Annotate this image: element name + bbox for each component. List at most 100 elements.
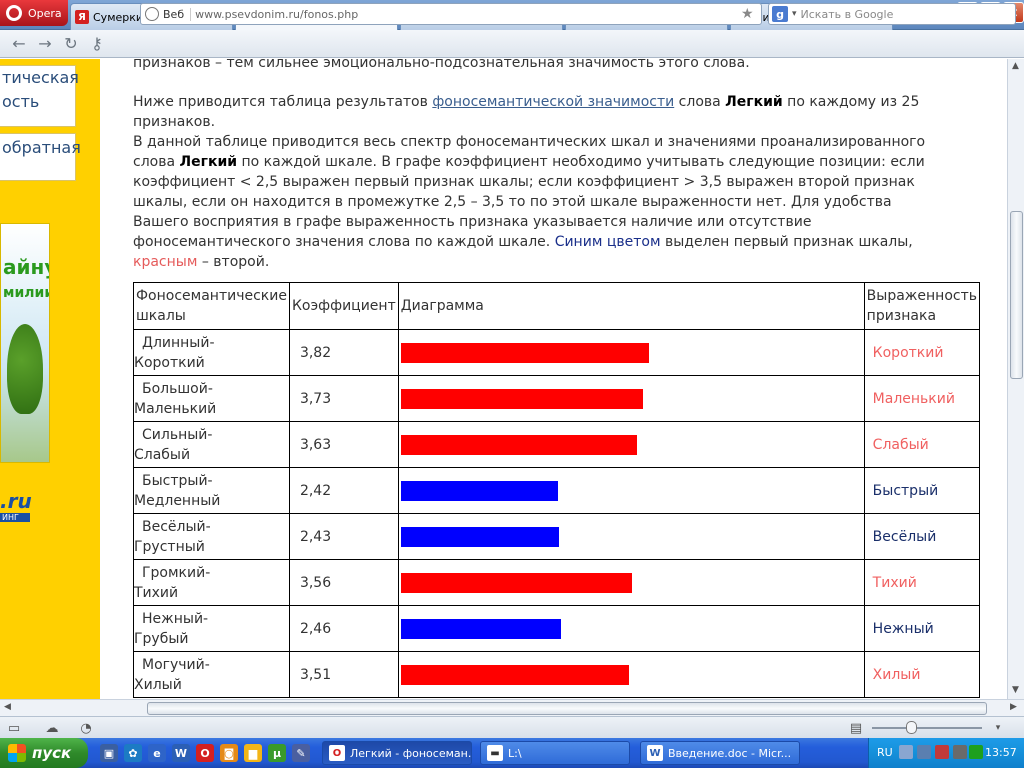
search-engine-dropdown-icon[interactable]: ▾ bbox=[792, 9, 797, 19]
vertical-scroll-thumb[interactable] bbox=[1010, 211, 1023, 379]
network-icon[interactable] bbox=[917, 745, 931, 759]
start-button[interactable]: пуск bbox=[0, 738, 88, 768]
expression-cell: Быстрый bbox=[863, 467, 981, 514]
scroll-right-arrow-icon[interactable]: ▶ bbox=[1010, 702, 1017, 712]
taskbar-task-2[interactable]: ▬ L:\ bbox=[480, 741, 630, 765]
scale-second: Маленький bbox=[134, 400, 217, 417]
left-sidebar: тическая ость обратная айну милии .ru ИН… bbox=[0, 59, 100, 699]
view-icon[interactable]: ▤ bbox=[848, 720, 864, 736]
main-content: признаков – тем сильнее эмоционально-под… bbox=[100, 59, 981, 699]
scale-cell: Длинный- Короткий bbox=[133, 329, 290, 376]
reload-icon[interactable]: ↻ bbox=[58, 33, 84, 55]
key-icon[interactable]: ⚷ bbox=[84, 33, 110, 55]
zoom-dropdown-icon[interactable]: ▾ bbox=[990, 720, 1006, 736]
tray-icon[interactable] bbox=[969, 745, 983, 759]
zoom-slider-track[interactable] bbox=[872, 727, 982, 729]
google-icon[interactable]: g bbox=[772, 6, 788, 22]
zoom-slider-knob[interactable] bbox=[906, 721, 917, 734]
sidebar-nav-item-1[interactable]: тическая ость bbox=[0, 65, 79, 127]
text-span: – второй. bbox=[197, 254, 270, 270]
text-span: слова bbox=[674, 94, 726, 110]
table-row: Быстрый- Медленный 2,42 Быстрый bbox=[133, 467, 981, 514]
diagram-cell bbox=[397, 467, 865, 514]
table-row: Сильный- Слабый 3,63 Слабый bbox=[133, 421, 981, 468]
taskbar: пуск ▣ ✿ e W O ◙ ▆ µ ✎ O Легкий - фоносем… bbox=[0, 738, 1024, 768]
opera-logo-icon bbox=[6, 5, 22, 21]
horizontal-scroll-thumb[interactable] bbox=[147, 702, 987, 715]
scale-cell: Быстрый- Медленный bbox=[133, 467, 290, 514]
coefficient-cell: 2,42 bbox=[288, 467, 399, 514]
intro-paragraph: Ниже приводится таблица результатов фоно… bbox=[133, 92, 943, 132]
scale-first: Громкий- bbox=[142, 564, 211, 581]
messenger-icon[interactable]: ✿ bbox=[124, 744, 142, 762]
volume-icon[interactable] bbox=[953, 745, 967, 759]
table-row: Громкий- Тихий 3,56 Тихий bbox=[133, 559, 981, 606]
forward-arrow-icon[interactable]: → bbox=[32, 33, 58, 55]
header-diagram: Диаграмма bbox=[397, 282, 865, 330]
diagram-bar bbox=[400, 434, 637, 455]
globe-icon bbox=[145, 7, 159, 21]
blue-legend-text: Синим цветом bbox=[554, 234, 661, 250]
search-input[interactable]: g ▾ Искать в Google bbox=[768, 3, 1016, 25]
vertical-scrollbar[interactable]: ▲ ▼ bbox=[1007, 59, 1024, 699]
scale-first: Длинный- bbox=[142, 334, 215, 351]
ie-icon[interactable]: e bbox=[148, 744, 166, 762]
bookmark-star-icon[interactable]: ★ bbox=[741, 6, 761, 22]
address-bar[interactable]: Веб www.psevdonim.ru/fonos.php ★ bbox=[140, 3, 762, 25]
task-label: Легкий - фоносеман... bbox=[350, 746, 472, 760]
opera-icon[interactable]: O bbox=[196, 744, 214, 762]
logo-text: .ru bbox=[0, 489, 32, 513]
tree-image bbox=[7, 324, 43, 414]
tools-icon[interactable]: ✎ bbox=[292, 744, 310, 762]
utorrent-icon[interactable]: µ bbox=[268, 744, 286, 762]
expression-cell: Короткий bbox=[863, 329, 981, 376]
scroll-down-arrow-icon[interactable]: ▼ bbox=[1012, 685, 1019, 695]
analyzed-word: Легкий bbox=[725, 94, 783, 110]
diagram-bar bbox=[400, 618, 561, 639]
scale-second: Короткий bbox=[134, 354, 205, 371]
address-url[interactable]: www.psevdonim.ru/fonos.php bbox=[195, 8, 737, 21]
scale-first: Сильный- bbox=[142, 426, 213, 443]
task-label: L:\ bbox=[508, 746, 522, 760]
phonosemantic-link[interactable]: фоносемантической значимости bbox=[432, 94, 674, 110]
cut-off-text: признаков – тем сильнее эмоционально-под… bbox=[133, 59, 750, 71]
sidebar-banner[interactable]: айну милии bbox=[0, 223, 50, 463]
browser-toolbar: ← → ↻ ⚷ bbox=[0, 30, 1024, 58]
expression-cell: Весёлый bbox=[863, 513, 981, 560]
language-indicator[interactable]: RU bbox=[877, 746, 893, 759]
speed-dial-icon[interactable]: ◔ bbox=[78, 720, 94, 736]
back-arrow-icon[interactable]: ← bbox=[6, 33, 32, 55]
coefficient-cell: 3,82 bbox=[288, 329, 399, 376]
scale-second: Грубый bbox=[134, 630, 189, 647]
scroll-up-arrow-icon[interactable]: ▲ bbox=[1012, 61, 1019, 71]
word-icon[interactable]: W bbox=[172, 744, 190, 762]
diagram-bar bbox=[400, 342, 649, 363]
search-placeholder: Искать в Google bbox=[800, 7, 894, 21]
opera-menu-button[interactable]: Opera bbox=[0, 0, 68, 26]
site-logo[interactable]: .ru ИНГ bbox=[0, 489, 40, 522]
horizontal-scrollbar[interactable]: ◀ ▶ bbox=[0, 699, 1024, 716]
task-app-icon: W bbox=[647, 745, 663, 761]
taskbar-task-3[interactable]: W Введение.doc - Micr... bbox=[640, 741, 800, 765]
folder-icon[interactable]: ▆ bbox=[244, 744, 262, 762]
expression-cell: Маленький bbox=[863, 375, 981, 422]
sidebar-nav-item-2[interactable]: обратная bbox=[0, 133, 81, 181]
expression-cell: Нежный bbox=[863, 605, 981, 652]
clock: 13:57 bbox=[985, 746, 1017, 759]
diagram-bar bbox=[400, 480, 558, 501]
scale-cell: Громкий- Тихий bbox=[133, 559, 290, 606]
panel-toggle-icon[interactable]: ▭ bbox=[6, 720, 22, 736]
app-icon[interactable]: ◙ bbox=[220, 744, 238, 762]
cloud-icon[interactable]: ☁ bbox=[44, 720, 60, 736]
windows-logo-icon bbox=[8, 744, 26, 762]
scale-second: Хилый bbox=[134, 676, 182, 693]
tray-icon[interactable] bbox=[899, 745, 913, 759]
desktop-icon[interactable]: ▣ bbox=[100, 744, 118, 762]
scroll-left-arrow-icon[interactable]: ◀ bbox=[4, 702, 11, 712]
table-header-row: Фоносемантические шкалы Коэффициент Диаг… bbox=[133, 282, 981, 330]
expression-cell: Тихий bbox=[863, 559, 981, 606]
tray-icon[interactable] bbox=[935, 745, 949, 759]
analyzed-word: Легкий bbox=[179, 154, 238, 170]
taskbar-task-1[interactable]: O Легкий - фоносеман... bbox=[322, 741, 472, 765]
red-legend-text: красным bbox=[133, 254, 198, 270]
